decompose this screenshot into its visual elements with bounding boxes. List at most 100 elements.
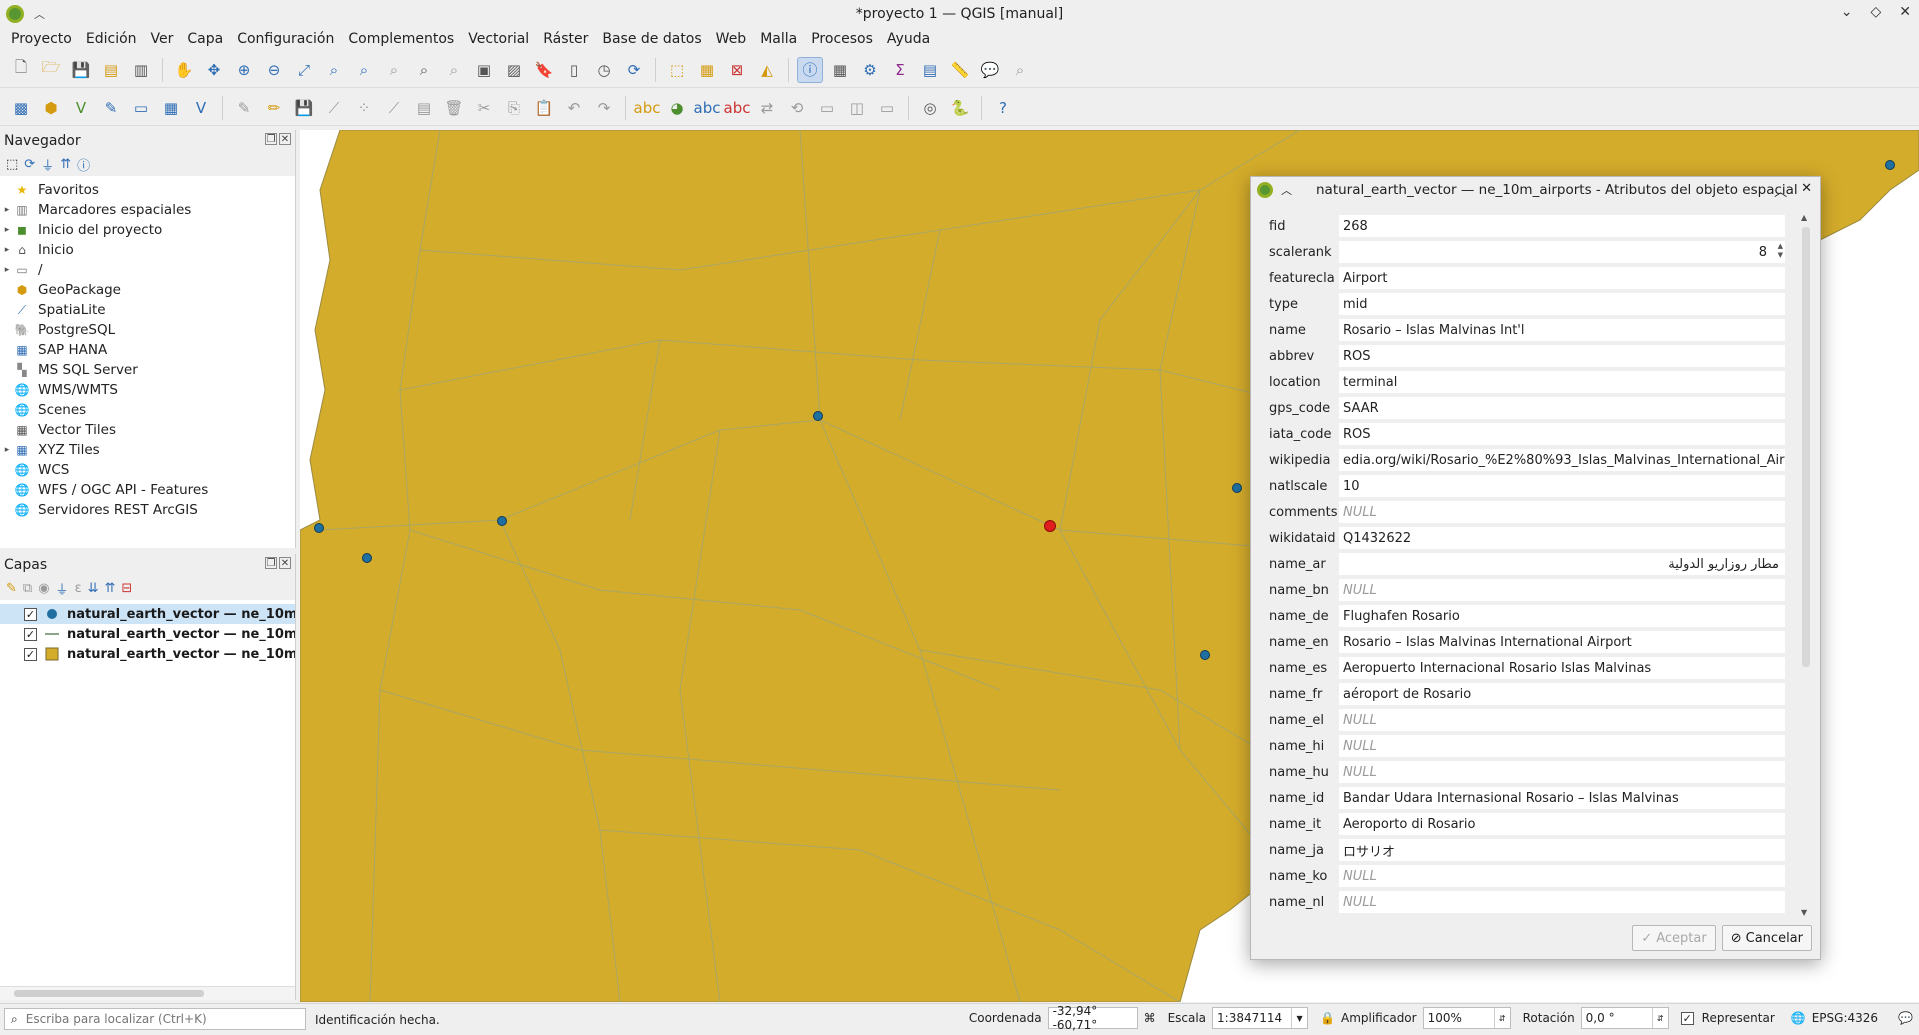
browser-item-wfs[interactable]: 🌐 WFS / OGC API - Features [0,480,295,500]
attribute-value-field[interactable]: Aeroporto di Rosario [1339,813,1785,835]
new-print-layout-icon[interactable]: ▤ [98,57,124,83]
layer-roads[interactable]: ✓ natural_earth_vector — ne_10m_roads [0,624,295,644]
data-source-manager-icon[interactable]: ▩ [8,95,34,121]
remove-layer-icon[interactable]: ⊟ [121,581,132,596]
collapse-all-icon[interactable]: ⇈ [60,157,71,172]
zoom-full-icon[interactable]: ⤢ [291,57,317,83]
attribute-value-field[interactable]: ROS [1339,345,1785,367]
menu-configuracion[interactable]: Configuración [230,31,341,47]
redo-icon[interactable]: ↷ [591,95,617,121]
attribute-table-icon[interactable]: ▤ [917,57,943,83]
pin-labels-icon[interactable]: abc [694,95,721,121]
new-3d-map-view-icon[interactable]: ▨ [501,57,527,83]
browser-item-inicio[interactable]: ▸ ⌂ Inicio [0,240,295,260]
airport-point[interactable] [1885,160,1895,170]
modify-attributes-icon[interactable]: ▤ [411,95,437,121]
airport-point[interactable] [314,523,324,533]
minimize-icon[interactable]: ⌄ [1841,4,1853,20]
zoom-to-selection-icon[interactable]: ⌕ [321,57,347,83]
render-checkbox[interactable]: ✓ [1680,1011,1694,1025]
cut-features-icon[interactable]: ✂ [471,95,497,121]
new-virtual-layer-icon[interactable]: ▭ [128,95,154,121]
delete-selected-icon[interactable]: 🗑 [441,95,467,121]
browser-item-favoritos[interactable]: ★ Favoritos [0,180,295,200]
properties-icon[interactable]: ⓘ [77,155,90,174]
menu-raster[interactable]: Ráster [536,31,595,47]
zoom-out-icon[interactable]: ⊖ [261,57,287,83]
airport-point[interactable] [1232,483,1242,493]
vertex-editor-icon[interactable]: ⟋ [381,95,407,121]
browser-item-scenes[interactable]: 🌐 Scenes [0,400,295,420]
pan-icon[interactable]: ✋ [171,57,197,83]
layer-visibility-checkbox[interactable]: ✓ [24,647,37,661]
collapse-all-layers-icon[interactable]: ⇈ [105,581,116,596]
attribute-value-field[interactable]: NULL [1339,865,1785,887]
label-properties-icon[interactable]: ▭ [874,95,900,121]
menu-procesos[interactable]: Procesos [804,31,880,47]
menu-ver[interactable]: Ver [144,31,181,47]
menu-edicion[interactable]: Edición [79,31,144,47]
attribute-value-field[interactable]: 10 [1339,475,1785,497]
airport-point[interactable] [497,516,507,526]
diagram-icon[interactable]: ◕ [664,95,690,121]
label-toolbar-icon[interactable]: abc [634,95,661,121]
statistical-summary-icon[interactable]: Σ [887,57,913,83]
attribute-value-field[interactable]: terminal [1339,371,1785,393]
rotate-label-icon[interactable]: ⟲ [784,95,810,121]
add-group-icon[interactable]: ⧉ [23,581,32,596]
close-panel-icon[interactable]: ✕ [279,133,291,145]
accept-button[interactable]: ✓ Aceptar [1632,925,1716,951]
new-map-view-icon[interactable]: ▣ [471,57,497,83]
airport-point[interactable] [1200,650,1210,660]
change-label-icon[interactable]: ▭ [814,95,840,121]
attribute-value-field[interactable]: Bandar Udara Internasional Rosario – Isl… [1339,787,1785,809]
crs-button[interactable]: EPSG:4326 [1812,1011,1878,1025]
attribute-value-field[interactable]: Aeropuerto Internacional Rosario Islas M… [1339,657,1785,679]
zoom-native-icon[interactable]: ⌕ [381,57,407,83]
menu-web[interactable]: Web [709,31,754,47]
float-panel-icon[interactable]: ❐ [265,557,277,569]
attribute-value-field[interactable]: Flughafen Rosario [1339,605,1785,627]
coordinate-field[interactable]: -32,94° -60,71° [1047,1004,1138,1032]
attribute-value-field[interactable]: edia.org/wiki/Rosario_%E2%80%93_Islas_Ma… [1339,449,1785,471]
show-hide-labels-icon[interactable]: ◫ [844,95,870,121]
maximize-icon[interactable]: ◇ [1870,4,1881,20]
dialog-close-icon[interactable]: ✕ [1801,181,1812,200]
copy-features-icon[interactable]: ⎘ [501,95,527,121]
attribute-value-field[interactable]: mid [1339,293,1785,315]
attribute-value-field[interactable]: ROS [1339,423,1785,445]
float-panel-icon[interactable]: ❐ [265,133,277,145]
browser-item-spatialite[interactable]: ⟋ SpatiaLite [0,300,295,320]
current-edits-icon[interactable]: ✎ [231,95,257,121]
browser-item-sap-hana[interactable]: ▦ SAP HANA [0,340,295,360]
open-attribute-table-icon[interactable]: ▦ [827,57,853,83]
browser-item-root[interactable]: ▸ ▭ / [0,260,295,280]
refresh-icon[interactable]: ⟳ [621,57,647,83]
browser-item-postgresql[interactable]: 🐘 PostgreSQL [0,320,295,340]
select-by-value-icon[interactable]: ▦ [694,57,720,83]
locator-search[interactable]: ⌕ [4,1008,306,1030]
save-layer-edits-icon[interactable]: 💾 [291,95,317,121]
new-temp-layer-icon[interactable]: V [188,95,214,121]
attribute-value-field[interactable]: SAAR [1339,397,1785,419]
menu-malla[interactable]: Malla [753,31,804,47]
menu-base-de-datos[interactable]: Base de datos [595,31,708,47]
attribute-value-field[interactable]: Rosario – Islas Malvinas Int'l [1339,319,1785,341]
airport-point[interactable] [813,411,823,421]
browser-item-inicio-proyecto[interactable]: ▸ ◼ Inicio del proyecto [0,220,295,240]
layers-horizontal-scrollbar[interactable] [0,986,295,1000]
browser-item-wms[interactable]: 🌐 WMS/WMTS [0,380,295,400]
menu-complementos[interactable]: Complementos [341,31,461,47]
filter-by-expression-icon[interactable]: ε [75,581,82,596]
select-by-location-icon[interactable]: ◭ [754,57,780,83]
new-project-icon[interactable]: 🗋 [8,57,34,83]
attribute-value-field[interactable]: Airport [1339,267,1785,289]
rotation-spinbox[interactable]: 0,0 ° ⇵ [1580,1007,1669,1029]
open-project-icon[interactable]: 🗁 [38,57,64,83]
processing-toolbox-icon[interactable]: ⚙ [857,57,883,83]
attribute-value-field[interactable]: NULL [1339,891,1785,913]
close-icon[interactable]: ✕ [1899,4,1911,20]
zoom-last-icon[interactable]: ⌕ [411,57,437,83]
zoom-next-icon[interactable]: ⌕ [441,57,467,83]
menu-proyecto[interactable]: Proyecto [4,31,79,47]
